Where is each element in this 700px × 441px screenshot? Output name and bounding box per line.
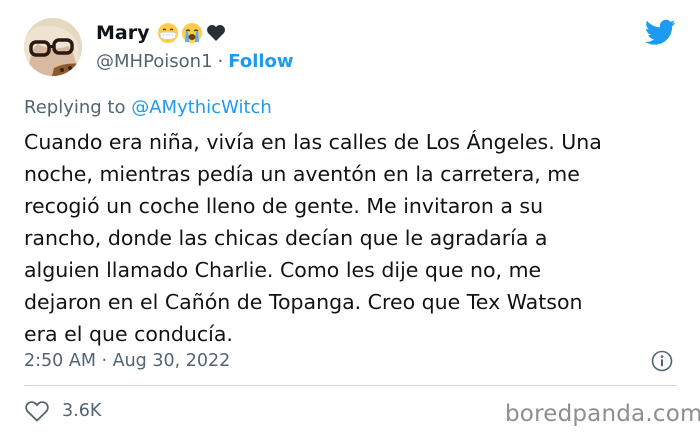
black-heart-icon <box>207 25 226 41</box>
reply-mention-link[interactable]: @AMythicWitch <box>131 97 272 118</box>
tweet-text-line: recogió un coche lleno de gente. Me invi… <box>24 194 544 218</box>
twitter-bird-icon[interactable] <box>645 19 676 46</box>
separator-dot: · <box>217 51 224 72</box>
author-emojis <box>157 22 227 44</box>
like-count: 3.6K <box>62 401 102 421</box>
watermark: boredpanda.com <box>505 401 700 427</box>
tweet-text-line: noche, mientras pedía un aventón en la c… <box>24 162 580 186</box>
tweet-text-line: era el que conducía. <box>24 322 233 346</box>
follow-button[interactable]: Follow <box>228 51 293 72</box>
face-with-medical-mask-icon <box>158 23 179 43</box>
divider <box>24 385 677 386</box>
like-action[interactable]: 3.6K <box>24 399 101 423</box>
author-name-row: Mary <box>96 19 227 47</box>
author-name[interactable]: Mary <box>96 22 149 44</box>
tweet-text: Cuando era niña, vivía en las calles de … <box>24 126 684 350</box>
replying-to: Replying to @AMythicWitch <box>24 97 272 118</box>
tweet-text-line: dejaron en el Cañón de Topanga. Creo que… <box>24 290 583 314</box>
replying-prefix: Replying to <box>24 97 126 118</box>
info-icon[interactable] <box>651 350 673 372</box>
author-handle-row: @MHPoison1 · Follow <box>96 51 294 72</box>
tweet-card: Mary @MHPoison1 · Follow Replying to @AM… <box>0 0 700 441</box>
tweet-text-line: Cuando era niña, vivía en las calles de … <box>24 130 602 154</box>
tweet-text-line: rancho, donde las chicas decían que le a… <box>24 226 548 250</box>
heart-outline-icon[interactable] <box>24 399 50 423</box>
tweet-text-line: alguien llamado Charlie. Como les dije q… <box>24 258 542 282</box>
tweet-timestamp[interactable]: 2:50 AM · Aug 30, 2022 <box>24 351 230 371</box>
loudly-crying-face-icon <box>182 23 203 43</box>
author-handle[interactable]: @MHPoison1 <box>96 51 213 72</box>
avatar[interactable] <box>24 18 82 76</box>
